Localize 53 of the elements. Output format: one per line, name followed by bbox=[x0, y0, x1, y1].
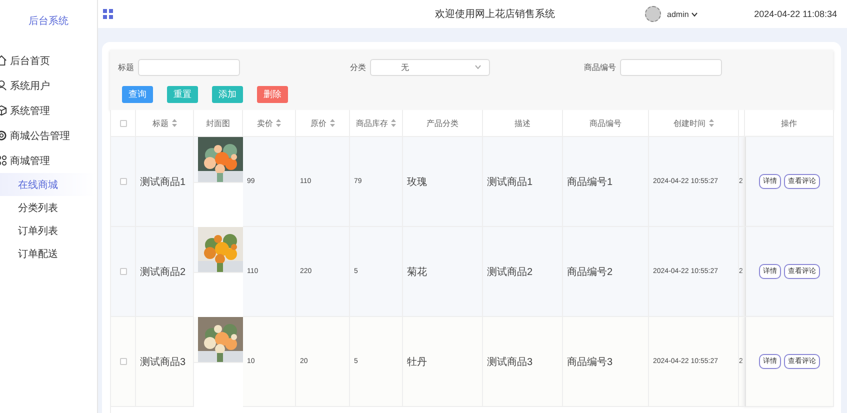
table-cell-text: 商品编号3 bbox=[567, 356, 613, 368]
column-header: 描述 bbox=[483, 110, 563, 137]
sidebar-subitem[interactable]: 订单配送 bbox=[0, 242, 97, 265]
table-cell-text: 测试商品3 bbox=[487, 356, 533, 368]
sort-icon[interactable] bbox=[391, 119, 396, 127]
table-cell-text: 测试商品1 bbox=[487, 176, 533, 188]
checkbox[interactable] bbox=[120, 178, 126, 185]
chevron-icon bbox=[475, 65, 481, 69]
table-cell-text: 测试商品2 bbox=[487, 266, 533, 278]
sidebar-title: 后台系统 bbox=[28, 14, 70, 28]
datetime: 2024-04-22 11:08:34 bbox=[754, 9, 837, 19]
table-cell-text: 测试商品2 bbox=[140, 266, 186, 278]
table-cell-text: 测试商品1 bbox=[140, 176, 186, 188]
column-header: 产品分类 bbox=[403, 110, 483, 137]
filter-label: 标题 bbox=[118, 62, 134, 72]
table-cell-text: 商品编号2 bbox=[567, 266, 613, 278]
sidebar-item[interactable]: 商城管理 bbox=[0, 148, 97, 173]
sidebar-item[interactable]: 后台首页 bbox=[0, 48, 97, 73]
sort-icon[interactable] bbox=[172, 119, 176, 127]
column-header[interactable]: 标题 bbox=[136, 110, 194, 137]
table-cell-text: 菊花 bbox=[407, 266, 427, 278]
menu-icon[interactable] bbox=[103, 9, 113, 19]
sort-icon[interactable] bbox=[276, 119, 281, 127]
table-cell-text: 牡丹 bbox=[407, 356, 427, 368]
caret-icon bbox=[690, 12, 698, 16]
checkbox[interactable] bbox=[120, 268, 126, 275]
avatar-icon[interactable] bbox=[645, 6, 661, 22]
column-header[interactable]: 原价 bbox=[296, 110, 350, 137]
user-menu[interactable]: admin bbox=[667, 10, 698, 18]
filter-label: 商品编号 bbox=[584, 62, 616, 72]
sidebar-subitem[interactable]: 分类列表 bbox=[0, 196, 97, 219]
checkbox[interactable] bbox=[120, 358, 126, 365]
column-header: 封面图 bbox=[194, 110, 243, 137]
sidebar-item[interactable]: 系统管理 bbox=[0, 98, 97, 123]
sidebar-item[interactable]: 系统用户 bbox=[0, 73, 97, 98]
sort-icon[interactable] bbox=[708, 119, 714, 127]
column-header[interactable]: 商品库存 bbox=[350, 110, 403, 137]
input-field[interactable] bbox=[620, 58, 722, 76]
column-header: 操作 bbox=[745, 110, 834, 137]
sidebar-item[interactable]: 商城公告管理 bbox=[0, 123, 97, 148]
filter-label: 分类 bbox=[350, 62, 366, 72]
column-header[interactable]: 创建时间 bbox=[649, 110, 739, 137]
table-cell-text: 商品编号1 bbox=[567, 176, 613, 188]
table-cell-text: 玫瑰 bbox=[407, 176, 427, 188]
column-header[interactable]: 卖价 bbox=[243, 110, 296, 137]
sort-icon[interactable] bbox=[330, 119, 334, 127]
column-header: 商品编号 bbox=[563, 110, 649, 137]
input-field[interactable] bbox=[138, 58, 240, 76]
category-select[interactable]: 无 bbox=[370, 58, 490, 76]
table-cell-text: 测试商品3 bbox=[140, 356, 186, 368]
checkbox[interactable] bbox=[120, 120, 126, 126]
header-title: 欢迎使用网上花店销售系统 bbox=[435, 8, 556, 21]
sidebar-subitem[interactable]: 订单列表 bbox=[0, 219, 97, 242]
